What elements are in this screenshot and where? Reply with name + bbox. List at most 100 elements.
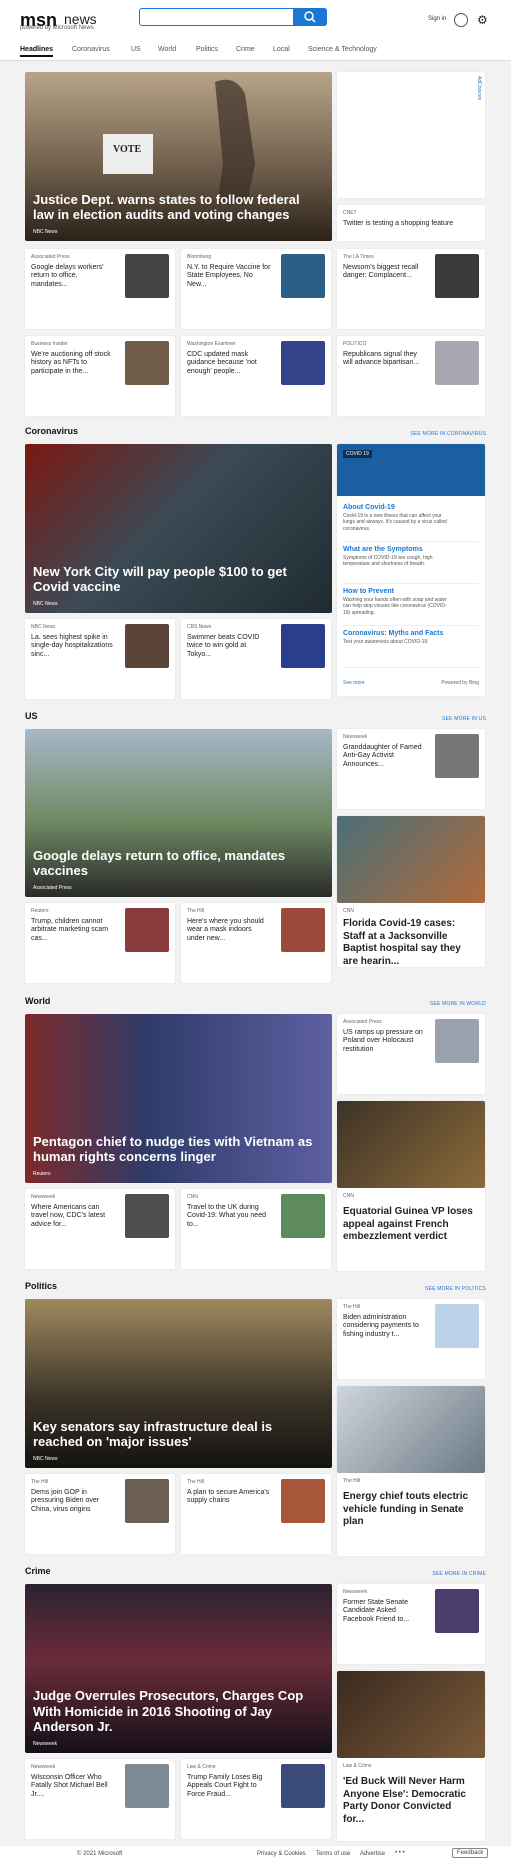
tab-coronavirus[interactable]: Coronavirus (72, 46, 110, 53)
avatar[interactable] (454, 13, 468, 27)
card-title: A plan to secure America's supply chains (187, 1489, 270, 1505)
news-card[interactable]: Newsweek Wisconsin Officer Who Fatally S… (25, 1759, 175, 1839)
news-card[interactable]: Associated Press Google delays workers' … (25, 249, 175, 329)
card-title: 'Ed Buck Will Never Harm Anyone Else': D… (343, 1776, 466, 1825)
card-title: N.Y. to Require Vaccine for State Employ… (187, 264, 271, 288)
news-card[interactable]: Washington Examiner CDC updated mask gui… (181, 336, 331, 416)
news-card[interactable]: Newsweek Former State Senate Candidate A… (337, 1584, 485, 1664)
card-thumbnail (125, 1764, 169, 1808)
covid-info-row[interactable]: Coronavirus: Myths and Facts Test your a… (343, 630, 479, 668)
tab-us[interactable]: US (131, 46, 141, 53)
hero-story[interactable]: VOTE Justice Dept. warns states to follo… (25, 72, 332, 241)
gear-icon[interactable]: ⚙ (477, 13, 488, 27)
news-card[interactable]: Reuters Trump, children cannot arbitrate… (25, 903, 175, 983)
see-more-link[interactable]: SEE MORE IN CORONAVIRUS (410, 431, 486, 437)
tab-local[interactable]: Local (273, 46, 290, 53)
section-title: Coronavirus (25, 426, 79, 436)
hero-story[interactable]: New York City will pay people $100 to ge… (25, 444, 332, 613)
search-button[interactable] (293, 8, 327, 26)
card-source: The LA Times (343, 254, 374, 260)
card-source: CNET (343, 210, 357, 216)
big-news-card[interactable]: CNN Florida Covid-19 cases: Staff at a J… (337, 816, 485, 967)
adchoices-link[interactable]: AdChoices (476, 76, 482, 100)
card-title: Energy chief touts electric vehicle fund… (343, 1491, 469, 1527)
card-source: The Hill (343, 1478, 360, 1484)
news-card[interactable]: Business Insider We're auctioning off st… (25, 336, 175, 416)
news-card[interactable]: CNN Travel to the UK during Covid-19: Wh… (181, 1189, 331, 1269)
see-more-link[interactable]: SEE MORE IN WORLD (430, 1001, 486, 1007)
hero-story[interactable]: Pentagon chief to nudge ties with Vietna… (25, 1014, 332, 1183)
card-source: The Hill (31, 1479, 48, 1485)
covid-info-row[interactable]: What are the Symptoms Symptoms of COVID-… (343, 546, 479, 584)
news-card[interactable]: Newsweek Granddaughter of Famed Anti-Gay… (337, 729, 485, 809)
hero-story[interactable]: Key senators say infrastructure deal is … (25, 1299, 332, 1468)
tab-politics[interactable]: Politics (196, 46, 218, 53)
advertise-link[interactable]: Advertise (360, 1851, 385, 1857)
news-card[interactable]: Associated Press US ramps up pressure on… (337, 1014, 485, 1094)
news-card[interactable]: CBS News Swimmer beats COVID twice to wi… (181, 619, 331, 699)
news-card[interactable]: The LA Times Newsom's biggest recall dan… (337, 249, 485, 329)
section-title: Politics (25, 1281, 58, 1291)
news-card[interactable]: Law & Crime Trump Family Loses Big Appea… (181, 1759, 331, 1839)
card-source: CNN (343, 908, 354, 914)
see-more-link[interactable]: SEE MORE IN POLITICS (425, 1286, 486, 1292)
privacy-link[interactable]: Privacy & Cookies (257, 1851, 306, 1857)
news-card[interactable]: Bloomberg N.Y. to Require Vaccine for St… (181, 249, 331, 329)
feedback-button[interactable]: Feedback (452, 1848, 489, 1858)
news-card[interactable]: The Hill Here's where you should wear a … (181, 903, 331, 983)
hero-story[interactable]: Google delays return to office, mandates… (25, 729, 332, 897)
covid-info-row[interactable]: About Covid-19 Covid-19 is a new illness… (343, 504, 479, 542)
divider (0, 60, 511, 61)
big-news-card[interactable]: Law & Crime 'Ed Buck Will Never Harm Any… (337, 1671, 485, 1841)
covid-row-title: Coronavirus: Myths and Facts (343, 630, 444, 637)
news-card[interactable]: The Hill Dems join GOP in pressuring Bid… (25, 1474, 175, 1554)
big-news-card[interactable]: The Hill Energy chief touts electric veh… (337, 1386, 485, 1556)
news-card[interactable]: NBC News La. sees highest spike in singl… (25, 619, 175, 699)
card-source: POLITICO (343, 341, 367, 347)
news-card[interactable]: The Hill Biden administration considerin… (337, 1299, 485, 1379)
news-card[interactable]: Newsweek Where Americans can travel now,… (25, 1189, 175, 1269)
section-title: Crime (25, 1566, 51, 1576)
see-more-link[interactable]: See more (343, 680, 365, 686)
big-news-card[interactable]: CNN Equatorial Guinea VP loses appeal ag… (337, 1101, 485, 1271)
card-photo (337, 1101, 485, 1188)
news-card[interactable]: POLITICO Republicans signal they will ad… (337, 336, 485, 416)
card-thumbnail (125, 1194, 169, 1238)
hero-story[interactable]: Judge Overrules Prosecutors, Charges Cop… (25, 1584, 332, 1753)
card-source: CNN (187, 1194, 198, 1200)
see-more-link[interactable]: SEE MORE IN US (442, 716, 486, 722)
tab-world[interactable]: World (158, 46, 176, 53)
hero-title: Justice Dept. warns states to follow fed… (33, 191, 300, 223)
tab-crime[interactable]: Crime (236, 46, 255, 53)
see-more-link[interactable]: SEE MORE IN CRIME (432, 1571, 486, 1577)
card-title: Former State Senate Candidate Asked Face… (343, 1599, 410, 1623)
signin-link[interactable]: Sign in (428, 16, 446, 22)
card-title: Here's where you should wear a mask indo… (187, 918, 264, 942)
tab-headlines[interactable]: Headlines (20, 46, 54, 57)
more-icon[interactable]: • • • (395, 1850, 405, 1856)
card-title: Travel to the UK during Covid-19: What y… (187, 1204, 266, 1228)
card-source: Associated Press (31, 254, 70, 260)
msn-logo[interactable]: msn news (20, 8, 140, 38)
covid-banner: COVID 19 (337, 444, 485, 496)
card-title: CDC updated mask guidance because 'not e… (187, 351, 257, 375)
tab-science-technology[interactable]: Science & Technology (308, 46, 377, 53)
card-title: Republicans signal they will advance bip… (343, 351, 420, 367)
powered-by: powered by Microsoft News (20, 25, 94, 31)
card-thumbnail (125, 908, 169, 952)
covid-tag: COVID 19 (343, 450, 372, 458)
card-thumbnail (281, 908, 325, 952)
card-source: Law & Crime (343, 1763, 372, 1769)
covid-info-row[interactable]: How to Prevent Washing your hands often … (343, 588, 479, 626)
card-title: US ramps up pressure on Poland over Holo… (343, 1029, 423, 1053)
card-source: Newsweek (343, 734, 368, 740)
card-title: Trump, children cannot arbitrate marketi… (31, 918, 109, 942)
card-source: Washington Examiner (187, 341, 236, 347)
card-source: Newsweek (343, 1589, 368, 1595)
terms-link[interactable]: Terms of use (316, 1851, 350, 1857)
side-card[interactable]: CNET Twitter is testing a shopping featu… (337, 205, 485, 241)
card-source: Bloomberg (187, 254, 212, 260)
ad-card[interactable]: AdChoices (337, 72, 485, 198)
news-card[interactable]: The Hill A plan to secure America's supp… (181, 1474, 331, 1554)
hero-source: NBC News (33, 601, 58, 607)
